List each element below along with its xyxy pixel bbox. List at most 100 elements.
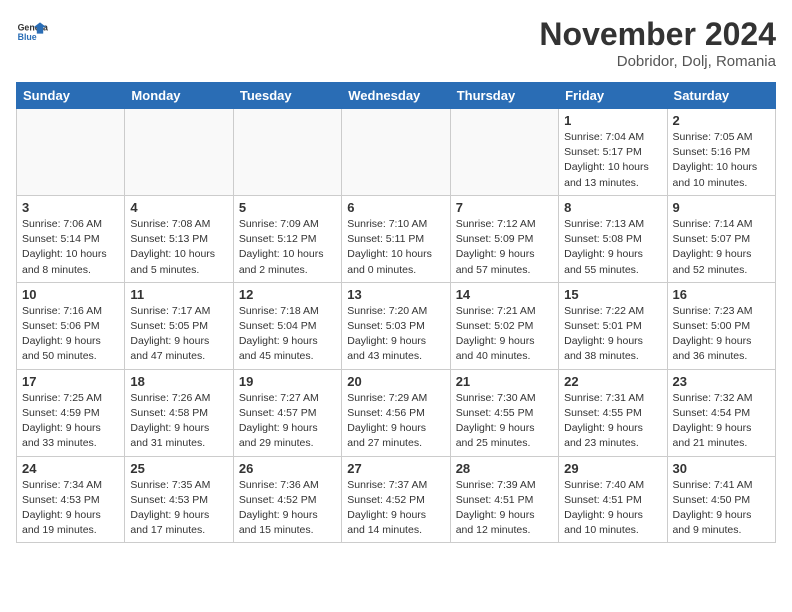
calendar-cell: 8 Sunrise: 7:13 AM Sunset: 5:08 PM Daylig… (559, 195, 667, 282)
day-number: 28 (456, 461, 553, 476)
day-number: 3 (22, 200, 119, 215)
day-info: Sunrise: 7:06 AM Sunset: 5:14 PM Dayligh… (22, 217, 119, 278)
day-number: 6 (347, 200, 444, 215)
svg-text:General: General (18, 22, 48, 32)
day-info: Sunrise: 7:09 AM Sunset: 5:12 PM Dayligh… (239, 217, 336, 278)
calendar-cell: 5 Sunrise: 7:09 AM Sunset: 5:12 PM Daylig… (233, 195, 341, 282)
calendar-cell: 19 Sunrise: 7:27 AM Sunset: 4:57 PM Dayli… (233, 369, 341, 456)
day-info: Sunrise: 7:34 AM Sunset: 4:53 PM Dayligh… (22, 478, 119, 539)
logo: General Blue (16, 16, 48, 48)
calendar-cell: 16 Sunrise: 7:23 AM Sunset: 5:00 PM Dayli… (667, 282, 775, 369)
weekday-header-saturday: Saturday (667, 83, 775, 109)
calendar-cell: 4 Sunrise: 7:08 AM Sunset: 5:13 PM Daylig… (125, 195, 233, 282)
day-number: 13 (347, 287, 444, 302)
calendar-cell: 23 Sunrise: 7:32 AM Sunset: 4:54 PM Dayli… (667, 369, 775, 456)
day-number: 4 (130, 200, 227, 215)
day-info: Sunrise: 7:04 AM Sunset: 5:17 PM Dayligh… (564, 130, 661, 191)
day-info: Sunrise: 7:39 AM Sunset: 4:51 PM Dayligh… (456, 478, 553, 539)
logo-icon: General Blue (16, 16, 48, 48)
weekday-header-thursday: Thursday (450, 83, 558, 109)
day-info: Sunrise: 7:22 AM Sunset: 5:01 PM Dayligh… (564, 304, 661, 365)
day-number: 15 (564, 287, 661, 302)
location: Dobridor, Dolj, Romania (539, 53, 776, 70)
day-number: 17 (22, 374, 119, 389)
calendar-cell: 26 Sunrise: 7:36 AM Sunset: 4:52 PM Dayli… (233, 456, 341, 543)
day-info: Sunrise: 7:30 AM Sunset: 4:55 PM Dayligh… (456, 391, 553, 452)
day-info: Sunrise: 7:18 AM Sunset: 5:04 PM Dayligh… (239, 304, 336, 365)
day-number: 12 (239, 287, 336, 302)
day-info: Sunrise: 7:31 AM Sunset: 4:55 PM Dayligh… (564, 391, 661, 452)
day-number: 2 (673, 113, 770, 128)
calendar-cell (17, 109, 125, 196)
week-row-2: 10 Sunrise: 7:16 AM Sunset: 5:06 PM Dayli… (17, 282, 776, 369)
title-block: November 2024 Dobridor, Dolj, Romania (539, 16, 776, 70)
page-header: General Blue November 2024 Dobridor, Dol… (16, 16, 776, 70)
day-info: Sunrise: 7:16 AM Sunset: 5:06 PM Dayligh… (22, 304, 119, 365)
day-info: Sunrise: 7:37 AM Sunset: 4:52 PM Dayligh… (347, 478, 444, 539)
day-number: 16 (673, 287, 770, 302)
week-row-1: 3 Sunrise: 7:06 AM Sunset: 5:14 PM Daylig… (17, 195, 776, 282)
day-number: 7 (456, 200, 553, 215)
day-info: Sunrise: 7:08 AM Sunset: 5:13 PM Dayligh… (130, 217, 227, 278)
calendar-cell: 14 Sunrise: 7:21 AM Sunset: 5:02 PM Dayli… (450, 282, 558, 369)
calendar-cell: 3 Sunrise: 7:06 AM Sunset: 5:14 PM Daylig… (17, 195, 125, 282)
day-info: Sunrise: 7:23 AM Sunset: 5:00 PM Dayligh… (673, 304, 770, 365)
calendar-cell (125, 109, 233, 196)
day-info: Sunrise: 7:12 AM Sunset: 5:09 PM Dayligh… (456, 217, 553, 278)
day-number: 18 (130, 374, 227, 389)
weekday-header-sunday: Sunday (17, 83, 125, 109)
calendar-cell: 11Sunrise: 7:17 AM Sunset: 5:05 PM Dayli… (125, 282, 233, 369)
day-number: 8 (564, 200, 661, 215)
day-number: 1 (564, 113, 661, 128)
day-number: 25 (130, 461, 227, 476)
calendar-cell: 15 Sunrise: 7:22 AM Sunset: 5:01 PM Dayli… (559, 282, 667, 369)
svg-text:Blue: Blue (18, 32, 37, 42)
calendar-cell: 1 Sunrise: 7:04 AM Sunset: 5:17 PM Daylig… (559, 109, 667, 196)
calendar-cell (233, 109, 341, 196)
day-number: 27 (347, 461, 444, 476)
day-number: 22 (564, 374, 661, 389)
day-info: Sunrise: 7:14 AM Sunset: 5:07 PM Dayligh… (673, 217, 770, 278)
day-info: Sunrise: 7:40 AM Sunset: 4:51 PM Dayligh… (564, 478, 661, 539)
day-number: 30 (673, 461, 770, 476)
month-title: November 2024 (539, 16, 776, 53)
calendar-cell: 30Sunrise: 7:41 AM Sunset: 4:50 PM Dayli… (667, 456, 775, 543)
day-number: 5 (239, 200, 336, 215)
calendar-cell: 18Sunrise: 7:26 AM Sunset: 4:58 PM Dayli… (125, 369, 233, 456)
calendar-body: 1 Sunrise: 7:04 AM Sunset: 5:17 PM Daylig… (17, 109, 776, 543)
calendar-cell: 13Sunrise: 7:20 AM Sunset: 5:03 PM Dayli… (342, 282, 450, 369)
day-info: Sunrise: 7:32 AM Sunset: 4:54 PM Dayligh… (673, 391, 770, 452)
calendar-cell: 28 Sunrise: 7:39 AM Sunset: 4:51 PM Dayli… (450, 456, 558, 543)
week-row-4: 24 Sunrise: 7:34 AM Sunset: 4:53 PM Dayli… (17, 456, 776, 543)
day-number: 10 (22, 287, 119, 302)
calendar-cell: 7 Sunrise: 7:12 AM Sunset: 5:09 PM Daylig… (450, 195, 558, 282)
day-number: 21 (456, 374, 553, 389)
calendar-cell: 22 Sunrise: 7:31 AM Sunset: 4:55 PM Dayli… (559, 369, 667, 456)
day-info: Sunrise: 7:35 AM Sunset: 4:53 PM Dayligh… (130, 478, 227, 539)
weekday-header-wednesday: Wednesday (342, 83, 450, 109)
day-number: 20 (347, 374, 444, 389)
day-info: Sunrise: 7:36 AM Sunset: 4:52 PM Dayligh… (239, 478, 336, 539)
day-info: Sunrise: 7:25 AM Sunset: 4:59 PM Dayligh… (22, 391, 119, 452)
day-number: 14 (456, 287, 553, 302)
weekday-header-friday: Friday (559, 83, 667, 109)
day-number: 24 (22, 461, 119, 476)
day-info: Sunrise: 7:27 AM Sunset: 4:57 PM Dayligh… (239, 391, 336, 452)
day-number: 26 (239, 461, 336, 476)
day-info: Sunrise: 7:29 AM Sunset: 4:56 PM Dayligh… (347, 391, 444, 452)
calendar-cell: 10 Sunrise: 7:16 AM Sunset: 5:06 PM Dayli… (17, 282, 125, 369)
day-number: 23 (673, 374, 770, 389)
calendar-cell: 27 Sunrise: 7:37 AM Sunset: 4:52 PM Dayli… (342, 456, 450, 543)
day-number: 19 (239, 374, 336, 389)
day-info: Sunrise: 7:13 AM Sunset: 5:08 PM Dayligh… (564, 217, 661, 278)
day-info: Sunrise: 7:05 AM Sunset: 5:16 PM Dayligh… (673, 130, 770, 191)
calendar-cell: 24 Sunrise: 7:34 AM Sunset: 4:53 PM Dayli… (17, 456, 125, 543)
calendar-cell: 6Sunrise: 7:10 AM Sunset: 5:11 PM Daylig… (342, 195, 450, 282)
calendar-cell (342, 109, 450, 196)
week-row-3: 17 Sunrise: 7:25 AM Sunset: 4:59 PM Dayli… (17, 369, 776, 456)
weekday-header-row: SundayMondayTuesdayWednesdayThursdayFrid… (17, 83, 776, 109)
day-info: Sunrise: 7:21 AM Sunset: 5:02 PM Dayligh… (456, 304, 553, 365)
day-number: 29 (564, 461, 661, 476)
calendar-table: SundayMondayTuesdayWednesdayThursdayFrid… (16, 82, 776, 543)
calendar-cell: 17 Sunrise: 7:25 AM Sunset: 4:59 PM Dayli… (17, 369, 125, 456)
